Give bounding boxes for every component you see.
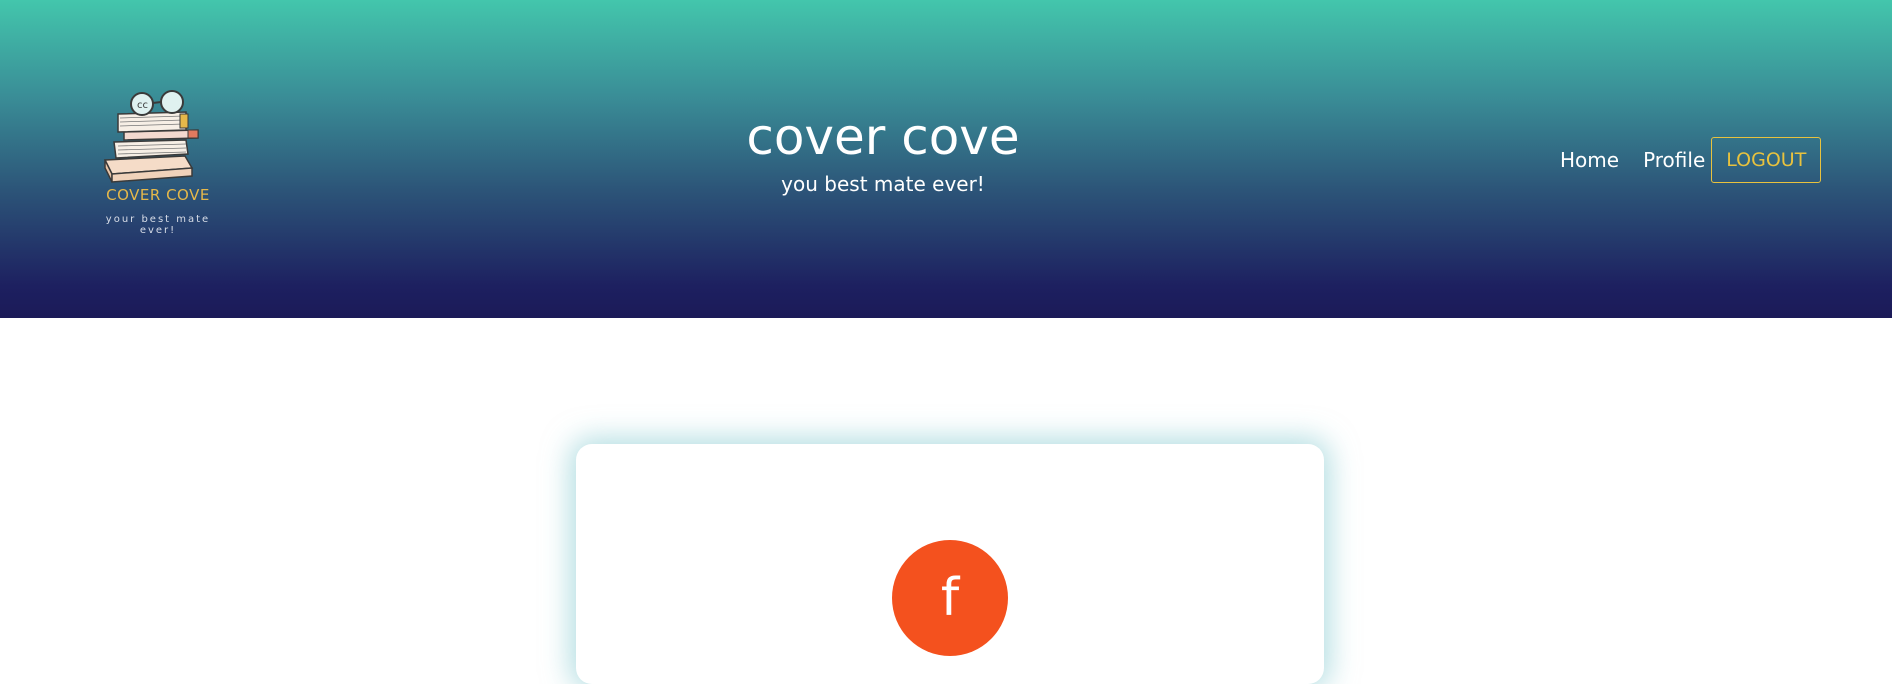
main-nav: Home Profile LOGOUT [1560, 136, 1822, 184]
page-title: cover cove [746, 108, 1020, 166]
nav-home-link[interactable]: Home [1560, 148, 1619, 172]
nav-profile-link[interactable]: Profile [1643, 148, 1705, 172]
logo-title: COVER COVE [106, 186, 210, 204]
site-logo[interactable]: cc COVER COVE your best mate ever! [88, 90, 228, 236]
profile-card: f [576, 444, 1324, 684]
books-glasses-icon: cc [103, 90, 199, 183]
logout-button[interactable]: LOGOUT [1711, 137, 1822, 183]
avatar: f [892, 540, 1008, 656]
site-header: cc COVER COVE your best mate ever! cover… [0, 0, 1892, 318]
page-subtitle: you best mate ever! [781, 172, 985, 196]
logo-tagline: your best mate ever! [105, 214, 211, 236]
svg-text:cc: cc [137, 100, 148, 111]
